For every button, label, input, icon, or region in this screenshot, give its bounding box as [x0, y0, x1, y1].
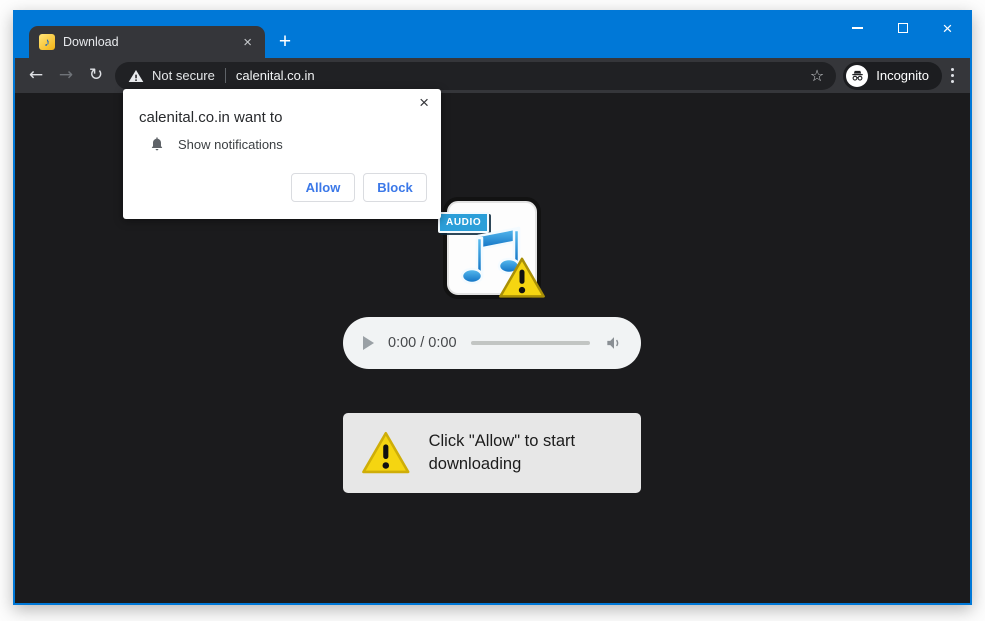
incognito-label: Incognito [876, 68, 929, 83]
minimize-button[interactable] [835, 12, 880, 44]
incognito-badge: Incognito [843, 62, 942, 90]
block-button[interactable]: Block [363, 173, 427, 202]
address-bar[interactable]: Not secure calenital.co.in ☆ [115, 62, 836, 90]
page-content: × calenital.co.in want to Show notificat… [15, 93, 970, 603]
tab-close-icon[interactable]: × [240, 34, 255, 51]
back-button[interactable]: ← [21, 67, 51, 84]
warning-triangle-icon [497, 255, 547, 301]
notification-permission-dialog: × calenital.co.in want to Show notificat… [123, 89, 441, 219]
bell-icon [149, 136, 165, 152]
allow-button[interactable]: Allow [291, 173, 355, 202]
url-text[interactable]: calenital.co.in [236, 68, 800, 83]
not-secure-label: Not secure [152, 68, 215, 83]
toolbar: ← → ↻ Not secure calenital.co.in ☆ [15, 58, 970, 93]
screenshot-canvas: ♪ Download × + × ← → ↻ [0, 0, 985, 621]
audio-favicon-icon: ♪ [39, 34, 55, 50]
menu-icon[interactable] [942, 68, 964, 83]
audio-file-icon: AUDIO [443, 197, 541, 299]
close-window-button[interactable]: × [925, 12, 970, 44]
tab-download[interactable]: ♪ Download × [29, 26, 265, 58]
forward-button[interactable]: → [51, 67, 81, 84]
tab-title: Download [63, 35, 232, 49]
browser-window: ♪ Download × + × ← → ↻ [13, 10, 972, 605]
maximize-button[interactable] [880, 12, 925, 44]
dialog-title: calenital.co.in want to [139, 109, 282, 126]
reload-button[interactable]: ↻ [81, 67, 111, 84]
player-time: 0:00 / 0:00 [388, 335, 457, 351]
not-secure-warning-icon[interactable] [128, 68, 144, 84]
permission-row: Show notifications [149, 136, 283, 152]
incognito-icon [846, 65, 868, 87]
maximize-icon [898, 23, 908, 33]
download-message-box: Click "Allow" to start downloading [343, 413, 641, 493]
seek-bar[interactable] [471, 341, 590, 345]
dialog-close-icon[interactable]: × [419, 94, 429, 111]
omnibox-divider [225, 68, 226, 83]
window-controls: × [835, 12, 970, 44]
permission-text: Show notifications [178, 137, 283, 152]
warning-triangle-icon [360, 429, 412, 477]
minimize-icon [852, 27, 863, 29]
bookmark-star-icon[interactable]: ☆ [808, 68, 826, 84]
download-message-text: Click "Allow" to start downloading [429, 430, 627, 477]
titlebar: ♪ Download × + × [15, 12, 970, 58]
dialog-buttons: Allow Block [291, 173, 427, 202]
volume-icon[interactable] [604, 333, 624, 353]
play-button[interactable] [363, 336, 374, 350]
new-tab-button[interactable]: + [271, 28, 299, 56]
audio-player[interactable]: 0:00 / 0:00 [343, 317, 641, 369]
